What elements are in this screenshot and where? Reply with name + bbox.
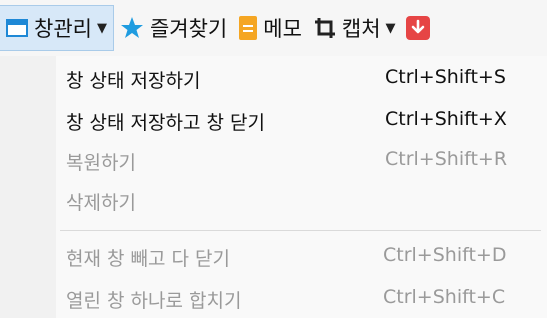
menu-item-shortcut: Ctrl+Shift+D bbox=[383, 244, 507, 266]
memo-button[interactable]: 메모 bbox=[233, 5, 308, 51]
capture-label: 캡처 bbox=[341, 17, 381, 41]
menu-item-save-and-close-window[interactable]: 창 상태 저장하고 창 닫기 Ctrl+Shift+X bbox=[56, 100, 547, 140]
menu-item-shortcut: Ctrl+Shift+C bbox=[383, 286, 506, 308]
menu-separator bbox=[60, 230, 541, 231]
chevron-down-icon: ▼ bbox=[385, 20, 396, 36]
toolbar: 창관리 ▼ 즐겨찾기 메모 캡처 ▼ bbox=[0, 0, 547, 57]
window-management-menu-button[interactable]: 창관리 ▼ bbox=[0, 5, 114, 51]
menu-item-label: 창 상태 저장하기 bbox=[66, 70, 201, 92]
menu-icon-gutter bbox=[0, 56, 56, 318]
download-icon bbox=[405, 16, 430, 40]
menu-item-label: 삭제하기 bbox=[66, 192, 136, 214]
menu-item-merge-windows[interactable]: 열린 창 하나로 합치기 Ctrl+Shift+C bbox=[56, 278, 547, 318]
memo-label: 메모 bbox=[263, 17, 302, 41]
favorites-label: 즐겨찾기 bbox=[149, 17, 228, 41]
menu-item-label: 열린 창 하나로 합치기 bbox=[66, 290, 242, 312]
menu-item-close-all-except-current[interactable]: 현재 창 빼고 다 닫기 Ctrl+Shift+D bbox=[56, 236, 547, 276]
star-icon bbox=[120, 16, 144, 40]
menu-item-restore[interactable]: 복원하기 Ctrl+Shift+R bbox=[56, 140, 547, 180]
window-management-dropdown-menu: 창 상태 저장하기 Ctrl+Shift+S 창 상태 저장하고 창 닫기 Ct… bbox=[0, 56, 547, 318]
favorites-button[interactable]: 즐겨찾기 bbox=[114, 5, 233, 51]
menu-item-label: 창 상태 저장하고 창 닫기 bbox=[66, 112, 265, 134]
menu-item-save-window-state[interactable]: 창 상태 저장하기 Ctrl+Shift+S bbox=[56, 58, 547, 98]
menu-item-label: 현재 창 빼고 다 닫기 bbox=[66, 248, 230, 270]
menu-item-delete[interactable]: 삭제하기 bbox=[56, 180, 547, 220]
download-button[interactable] bbox=[402, 5, 436, 51]
chevron-down-icon: ▼ bbox=[96, 20, 107, 36]
window-management-label: 창관리 bbox=[34, 17, 92, 41]
window-icon bbox=[6, 18, 28, 38]
menu-item-shortcut: Ctrl+Shift+R bbox=[385, 148, 508, 170]
memo-icon bbox=[239, 16, 258, 40]
menu-item-shortcut: Ctrl+Shift+X bbox=[385, 108, 507, 130]
capture-menu-button[interactable]: 캡처 ▼ bbox=[308, 5, 402, 51]
menu-item-label: 복원하기 bbox=[66, 152, 136, 174]
menu-item-shortcut: Ctrl+Shift+S bbox=[385, 66, 506, 88]
crop-icon bbox=[314, 17, 336, 39]
